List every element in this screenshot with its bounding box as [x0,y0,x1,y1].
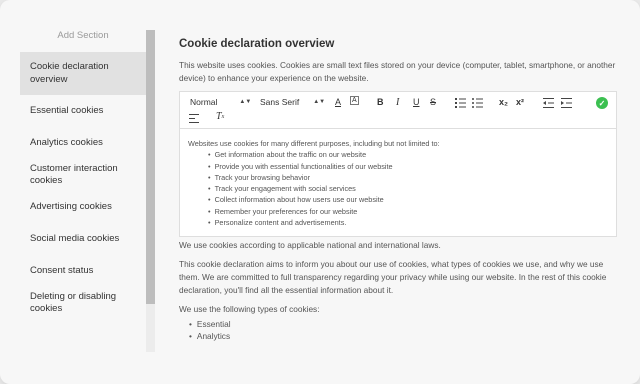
bold-button[interactable]: B [377,97,384,107]
check-icon[interactable]: ✓ [596,97,608,109]
font-select[interactable]: Sans Serif ▲▼ [260,97,325,107]
editor-lead-text: Websites use cookies for many different … [188,139,440,148]
section-sidebar: Add Section Cookie declaration overview … [20,22,146,352]
add-section-button[interactable]: Add Section [20,22,146,52]
list-item: Track your engagement with social servic… [208,183,608,194]
cookie-types-list: Essential Analytics [179,318,617,342]
rich-text-editor: Normal ▲▼ Sans Serif ▲▼ A A B I U S x₂ x… [179,91,617,238]
purpose-paragraph: This cookie declaration aims to inform y… [179,259,607,296]
select-arrows-icon: ▲▼ [239,99,252,105]
cookie-editor-panel: Add Section Cookie declaration overview … [0,0,640,384]
sidebar-scrollbar-thumb[interactable] [146,30,155,304]
indent-icon[interactable] [561,98,572,108]
outdent-icon[interactable] [543,98,554,108]
laws-paragraph: We use cookies according to applicable n… [179,240,441,251]
editor-bullet-list: Get information about the traffic on our… [188,149,608,228]
bullet-list-icon[interactable] [472,98,483,108]
sidebar-item-customer-interaction-cookies[interactable]: Customer interaction cookies [20,159,146,191]
list-item: Provide you with essential functionaliti… [208,161,608,172]
superscript-button[interactable]: x² [516,97,524,107]
intro-paragraph: This website uses cookies. Cookies are s… [179,60,616,83]
list-item: Collect information about how users use … [208,194,608,205]
select-arrows-icon: ▲▼ [313,99,326,105]
italic-button[interactable]: I [396,97,399,108]
align-icon[interactable] [189,114,199,123]
underline-button[interactable]: U [413,97,420,107]
sidebar-item-analytics-cookies[interactable]: Analytics cookies [20,127,146,159]
list-item: Remember your preferences for our websit… [208,206,608,217]
editor-content[interactable]: Websites use cookies for many different … [180,129,616,236]
section-content: Cookie declaration overview This website… [179,38,617,342]
sidebar-item-consent-status[interactable]: Consent status [20,255,146,287]
heading-select-value: Normal [190,97,218,107]
ordered-list-icon[interactable] [455,98,466,108]
list-item: Analytics [189,330,617,342]
strikethrough-button[interactable]: S [430,97,436,107]
heading-select[interactable]: Normal ▲▼ [190,97,251,107]
list-item: Personalize content and advertisements. [208,217,608,228]
font-select-value: Sans Serif [260,97,300,107]
editor-toolbar: Normal ▲▼ Sans Serif ▲▼ A A B I U S x₂ x… [180,92,616,129]
clear-formatting-icon[interactable]: Tx [216,111,224,122]
types-intro-paragraph: We use the following types of cookies: [179,304,320,315]
sidebar-item-social-media-cookies[interactable]: Social media cookies [20,223,146,255]
sidebar-item-deleting-or-disabling-cookies[interactable]: Deleting or disabling cookies [20,287,146,319]
sidebar-scrollbar[interactable] [146,30,155,352]
sidebar-item-cookie-declaration-overview[interactable]: Cookie declaration overview [20,52,146,95]
list-item: Get information about the traffic on our… [208,149,608,160]
list-item: Essential [189,318,617,330]
sidebar-item-essential-cookies[interactable]: Essential cookies [20,95,146,127]
list-item: Track your browsing behavior [208,172,608,183]
sidebar-item-advertising-cookies[interactable]: Advertising cookies [20,191,146,223]
subscript-button[interactable]: x₂ [499,97,508,107]
background-color-icon[interactable]: A [350,96,359,105]
text-color-icon[interactable]: A [335,97,341,107]
section-title: Cookie declaration overview [179,38,335,50]
